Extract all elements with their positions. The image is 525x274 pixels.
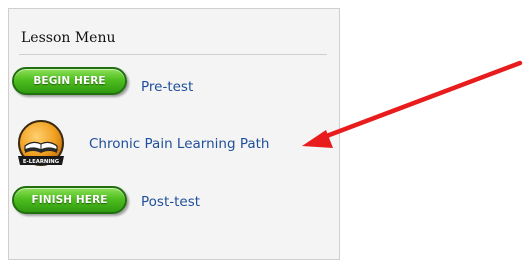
post-test-link[interactable]: Post-test (141, 194, 200, 210)
book-elearning-icon[interactable]: E-LEARNING (14, 119, 74, 173)
title-divider (19, 54, 327, 55)
chronic-pain-learning-path-link[interactable]: Chronic Pain Learning Path (89, 136, 269, 152)
elearning-label: E-LEARNING (23, 159, 59, 165)
begin-here-button[interactable]: BEGIN HERE (12, 67, 127, 95)
pre-test-link[interactable]: Pre-test (141, 79, 193, 95)
lesson-menu-title: Lesson Menu (21, 30, 116, 46)
finish-here-button[interactable]: FINISH HERE (12, 186, 127, 214)
